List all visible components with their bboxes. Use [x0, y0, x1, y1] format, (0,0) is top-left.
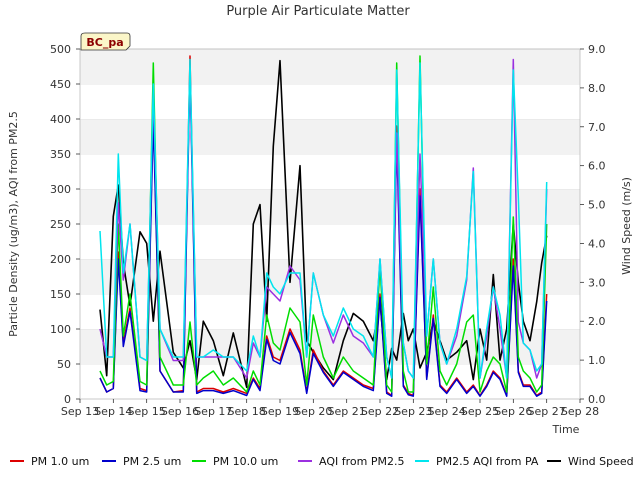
- y-right-tick-label: 2.0: [588, 315, 606, 328]
- y-right-tick-label: 8.0: [588, 82, 606, 95]
- site-label-box: BC_pa: [80, 32, 131, 51]
- legend-label: AQI from PM2.5: [319, 455, 404, 468]
- y-tick-label: 450: [50, 78, 71, 91]
- chart-title: Purple Air Particulate Matter: [226, 4, 410, 19]
- y-right-tick-label: 3.0: [588, 276, 606, 289]
- legend-label: PM 1.0 um: [31, 455, 89, 468]
- x-tick-label: Sep 28: [561, 405, 599, 418]
- grid-bands: [80, 48, 580, 399]
- legend-label: PM 10.0 um: [213, 455, 278, 468]
- y-tick-label: 100: [50, 323, 71, 336]
- legend-label: PM2.5 AQI from PA: [436, 455, 539, 468]
- x-axis-label: Time: [552, 423, 580, 436]
- y-tick-label: 400: [50, 113, 71, 126]
- y-right-tick-label: 4.0: [588, 237, 606, 250]
- y-right-tick-label: 9.0: [588, 43, 606, 56]
- grid-band: [80, 259, 580, 294]
- y-tick-label: 200: [50, 253, 71, 266]
- y-axis-right-label: Wind Speed (m/s): [620, 177, 633, 275]
- legend-label: PM 2.5 um: [123, 455, 181, 468]
- y-right-tick-label: 7.0: [588, 121, 606, 134]
- legend-label: Wind Speed: [568, 455, 634, 468]
- y-axis-label: Particle Density (ug/m3), AQI from PM2.5: [7, 111, 20, 337]
- y-right-tick-label: 5.0: [588, 199, 606, 212]
- y-right-tick-label: 6.0: [588, 160, 606, 173]
- y-tick-label: 50: [57, 358, 71, 371]
- site-label: BC_pa: [86, 36, 123, 49]
- y-tick-label: 350: [50, 148, 71, 161]
- grid-band: [80, 224, 580, 259]
- y-right-tick-label: 1.0: [588, 354, 606, 367]
- y-tick-label: 150: [50, 288, 71, 301]
- legend: PM 1.0 um PM 2.5 um PM 10.0 um AQI from PM2…: [10, 455, 634, 468]
- y-tick-label: 250: [50, 218, 71, 231]
- chart: Purple Air Particulate Matter 0501001502…: [7, 4, 634, 468]
- y-tick-label: 500: [50, 43, 71, 56]
- grid-band: [80, 49, 580, 84]
- y-tick-label: 300: [50, 183, 71, 196]
